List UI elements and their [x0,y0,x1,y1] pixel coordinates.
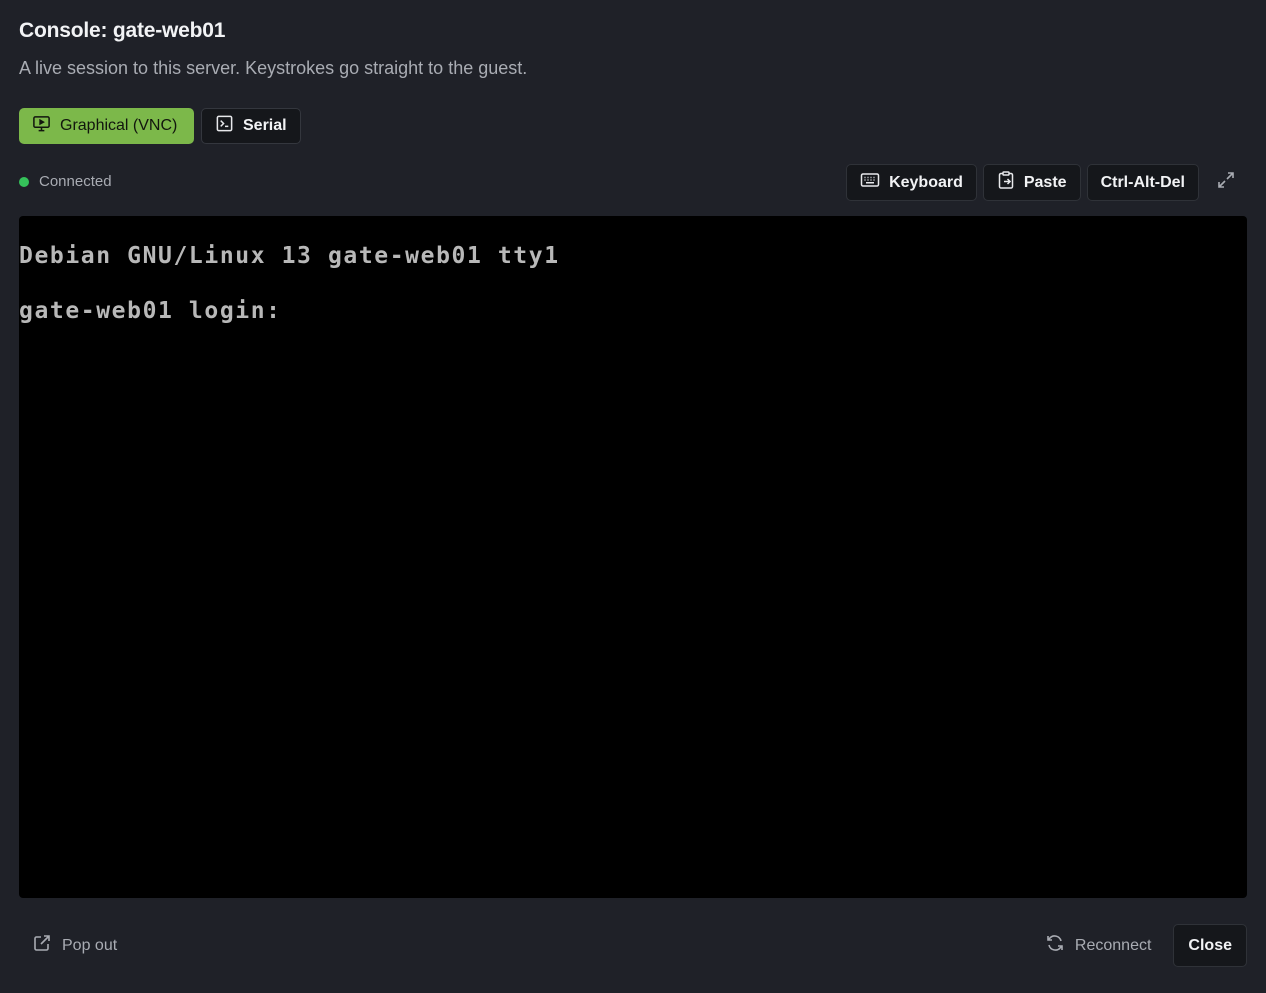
pop-out-label: Pop out [62,936,118,954]
status-dot [19,176,29,187]
clipboard-icon [997,170,1015,195]
monitor-play-icon [32,114,51,138]
footer-actions: Reconnect Close [1045,924,1247,967]
dialog-subtitle: A live session to this server. Keystroke… [19,58,528,78]
close-button[interactable]: Close [1173,924,1247,967]
status-label: Connected [39,173,112,190]
fullscreen-button[interactable] [1205,164,1247,201]
ctrl-alt-del-button[interactable]: Ctrl-Alt-Del [1086,164,1199,201]
reconnect-label: Reconnect [1074,936,1152,954]
keyboard-button-label: Keyboard [889,173,963,191]
tab-graphical-vnc[interactable]: Graphical (VNC) [19,108,194,144]
refresh-icon [1045,933,1065,958]
terminal-icon [215,114,234,138]
reconnect-button[interactable]: Reconnect [1045,933,1152,958]
keyboard-button[interactable]: Keyboard [846,164,977,201]
dialog-title: Console: gate-web01 [19,19,226,42]
connection-status: Connected [19,173,112,190]
console-mode-tabs: Graphical (VNC) Serial [19,108,301,144]
paste-button-label: Paste [1023,173,1067,191]
close-button-label: Close [1188,936,1232,954]
console-line: gate-web01 login: [19,298,282,324]
tab-graphical-vnc-label: Graphical (VNC) [60,117,178,134]
console-toolbar: Keyboard Paste Ctrl-Alt-Del [846,164,1247,201]
external-link-icon [32,933,52,958]
keyboard-icon [860,171,880,194]
console-line: Debian GNU/Linux 13 gate-web01 tty1 [19,243,560,269]
pop-out-button[interactable]: Pop out [32,933,117,958]
tab-serial[interactable]: Serial [201,108,301,144]
expand-icon [1216,170,1236,195]
tab-serial-label: Serial [243,117,287,134]
paste-button[interactable]: Paste [982,164,1081,201]
vnc-console-screen[interactable]: Debian GNU/Linux 13 gate-web01 tty1 gate… [19,216,1247,898]
ctrl-alt-del-button-label: Ctrl-Alt-Del [1100,173,1185,191]
console-dialog: Console: gate-web01 A live session to th… [0,0,1266,993]
